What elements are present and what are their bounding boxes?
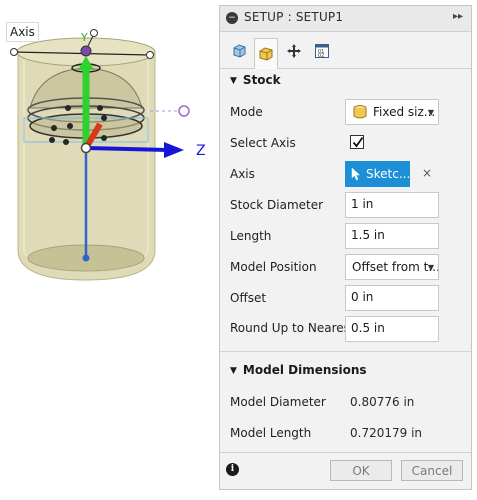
offset-label: Offset [230,291,267,305]
offset-input[interactable]: 0 in [345,285,439,311]
dialog-title: SETUP : SETUP1 [244,10,344,24]
model-dimensions-title: Model Dimensions [242,363,367,377]
axis-select-button[interactable]: Sketc... [345,161,410,187]
y-axis-label: Y [81,31,88,44]
dialog-tabs: 01 02 [220,32,471,69]
ok-button[interactable]: OK [330,460,392,481]
model-position-label: Model Position [230,260,317,274]
model-dimensions-header[interactable]: ▼ Model Dimensions [230,363,367,377]
collapse-triangle-icon: ▼ [230,366,237,376]
tab-properties[interactable]: 01 02 [310,39,334,63]
model-diameter-value: 0.80776 in [350,395,415,409]
cursor-arrow-icon [351,167,361,181]
model-position-value: Offset from t... [352,260,439,274]
setup-dialog: − SETUP : SETUP1 ▸▸ 01 02 ▼ Stock Mode F… [219,5,472,490]
setup-tab-icon [233,44,246,58]
model-length-value: 0.720179 in [350,426,423,440]
info-icon[interactable]: i [226,463,239,476]
stock-diameter-label: Stock Diameter [230,198,324,212]
tab-setup[interactable] [228,39,252,63]
stock-section-header[interactable]: ▼ Stock [230,73,281,87]
round-up-label: Round Up to Nearest [230,321,355,335]
tab-post-process[interactable] [282,39,306,63]
post-process-tab-icon [287,44,301,58]
tab-stock[interactable] [254,38,278,69]
axis-button-label: Sketc... [366,167,410,181]
section-divider [220,351,471,352]
length-input[interactable]: 1.5 in [345,223,439,249]
stock-model-view[interactable] [0,0,215,500]
svg-text:02: 02 [318,53,324,59]
clear-selection-icon[interactable]: × [422,166,432,180]
checkmark-icon [352,136,364,148]
axis-label: Axis [230,167,255,181]
double-chevron-right-icon[interactable]: ▸▸ [453,11,463,22]
stock-diameter-input[interactable]: 1 in [345,192,439,218]
select-axis-label: Select Axis [230,136,296,150]
dialog-titlebar[interactable]: − SETUP : SETUP1 ▸▸ [220,6,471,32]
z-axis-label: Z [196,143,206,159]
model-length-label: Model Length [230,426,312,440]
mode-select[interactable]: Fixed siz... ▼ [345,99,439,125]
stock-section-title: Stock [242,73,281,87]
dropdown-caret-icon: ▼ [427,263,434,272]
stock-tab-icon [259,47,273,61]
dialog-footer: i OK Cancel [220,452,471,489]
mode-label: Mode [230,105,263,119]
length-label: Length [230,229,272,243]
dropdown-caret-icon: ▼ [427,108,434,117]
model-position-select[interactable]: Offset from t... ▼ [345,254,439,280]
model-diameter-label: Model Diameter [230,395,326,409]
axis-tooltip: Axis [6,22,39,42]
round-up-input[interactable]: 0.5 in [345,316,439,342]
cancel-button[interactable]: Cancel [401,460,463,481]
collapse-triangle-icon: ▼ [230,76,237,86]
select-axis-checkbox[interactable] [350,135,364,149]
mode-value: Fixed siz... [373,105,436,119]
properties-tab-icon: 01 02 [315,44,329,59]
cylinder-stock-icon [353,105,367,119]
3d-viewport[interactable]: Axis Y Z [0,0,215,500]
minus-circle-icon: − [226,12,238,24]
